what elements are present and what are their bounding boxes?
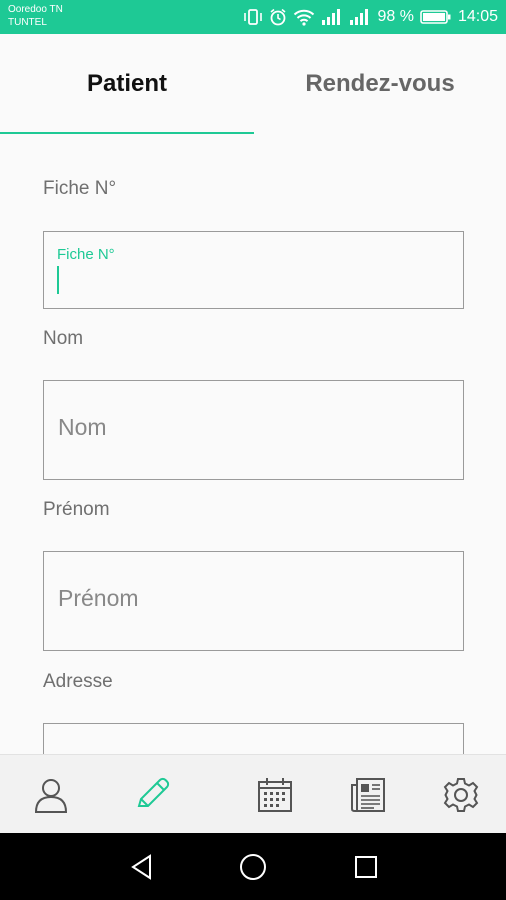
fiche-floating-label: Fiche N° bbox=[57, 246, 115, 263]
status-icons: 98 % 14:05 bbox=[243, 6, 498, 28]
prenom-field[interactable]: Prénom bbox=[43, 551, 464, 651]
nom-field[interactable]: Nom bbox=[43, 380, 464, 480]
fiche-label: Fiche N° bbox=[43, 178, 117, 199]
adresse-label: Adresse bbox=[43, 671, 113, 692]
user-icon bbox=[34, 778, 67, 813]
calendar-icon bbox=[257, 777, 292, 812]
bottom-navigation bbox=[0, 754, 506, 833]
battery-icon bbox=[420, 10, 451, 24]
tab-bar: Patient Rendez-vous bbox=[0, 34, 506, 134]
back-button[interactable] bbox=[112, 833, 172, 900]
adresse-field[interactable] bbox=[43, 723, 464, 754]
signal-icon-2 bbox=[350, 9, 369, 25]
patient-form: Fiche N° Fiche N° Nom Nom Prénom Prénom … bbox=[0, 134, 506, 754]
prenom-placeholder: Prénom bbox=[58, 585, 139, 611]
vibrate-icon bbox=[244, 9, 263, 25]
fiche-field[interactable]: Fiche N° bbox=[43, 231, 464, 309]
carrier-sub: TUNTEL bbox=[8, 17, 47, 28]
carrier-info: Ooredoo TN TUNTEL bbox=[8, 3, 63, 29]
nav-calendar[interactable] bbox=[224, 755, 325, 834]
tab-patient[interactable]: Patient bbox=[0, 34, 254, 134]
clock: 14:05 bbox=[457, 8, 498, 25]
recents-icon bbox=[355, 855, 377, 878]
alarm-icon bbox=[270, 8, 286, 26]
nom-label: Nom bbox=[43, 328, 84, 349]
home-button[interactable] bbox=[223, 833, 283, 900]
gear-icon bbox=[443, 777, 478, 812]
back-icon bbox=[131, 853, 151, 880]
nav-settings[interactable] bbox=[410, 755, 506, 834]
system-navigation-bar bbox=[0, 833, 506, 900]
recents-button[interactable] bbox=[336, 833, 396, 900]
wifi-icon bbox=[294, 9, 315, 26]
nav-patient[interactable] bbox=[0, 755, 101, 834]
battery-percent: 98 % bbox=[377, 8, 414, 25]
nom-placeholder: Nom bbox=[58, 414, 107, 440]
carrier-name: Ooredoo TN bbox=[8, 4, 63, 15]
nav-news[interactable] bbox=[317, 755, 418, 834]
text-cursor bbox=[57, 266, 59, 294]
tab-rendez-vous[interactable]: Rendez-vous bbox=[254, 34, 506, 134]
status-bar: Ooredoo TN TUNTEL 98 % 14:05 bbox=[0, 0, 506, 34]
prenom-label: Prénom bbox=[43, 499, 110, 520]
nav-edit[interactable] bbox=[101, 755, 202, 834]
signal-icon bbox=[322, 9, 341, 25]
newspaper-icon bbox=[350, 777, 385, 812]
pencil-icon bbox=[137, 777, 169, 807]
home-icon bbox=[240, 853, 266, 880]
